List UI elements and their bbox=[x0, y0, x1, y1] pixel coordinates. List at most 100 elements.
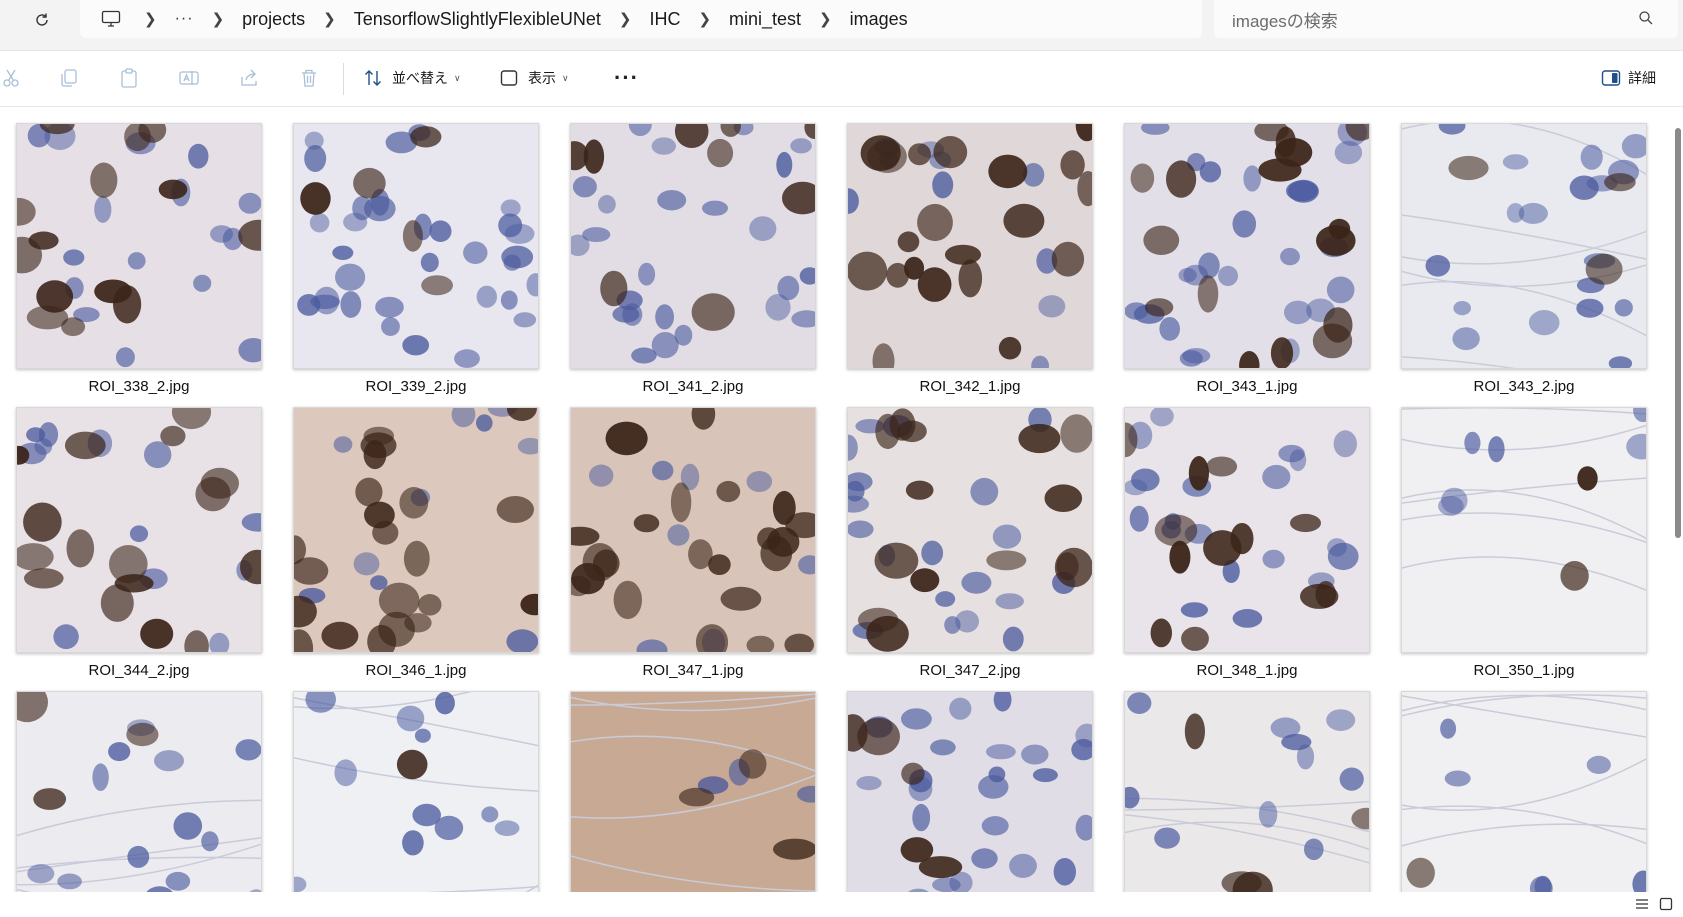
breadcrumb-mini-test[interactable]: mini_test bbox=[729, 9, 801, 30]
image-thumbnail[interactable] bbox=[847, 407, 1093, 653]
image-thumbnail[interactable] bbox=[570, 123, 816, 369]
tissue-image bbox=[294, 408, 538, 652]
breadcrumb-tensorflow[interactable]: TensorflowSlightlyFlexibleUNet bbox=[354, 9, 601, 30]
file-item[interactable]: ROI_343_2.jpg bbox=[1401, 123, 1647, 395]
tissue-image bbox=[1402, 694, 1646, 892]
image-thumbnail[interactable] bbox=[1124, 123, 1370, 369]
file-item[interactable]: ROI_350_1.jpg bbox=[1401, 407, 1647, 679]
copy-button[interactable] bbox=[58, 64, 80, 92]
sort-button[interactable]: 並べ替え ∨ bbox=[362, 64, 461, 92]
computer-icon[interactable] bbox=[96, 8, 126, 30]
tissue-image bbox=[1125, 124, 1369, 368]
vertical-scrollbar[interactable] bbox=[1675, 128, 1681, 538]
copy-icon bbox=[61, 69, 77, 87]
tissue-image bbox=[571, 408, 815, 652]
file-item[interactable] bbox=[1124, 691, 1370, 892]
breadcrumb-images[interactable]: images bbox=[850, 9, 908, 30]
file-item[interactable]: ROI_347_1.jpg bbox=[570, 407, 816, 679]
file-item[interactable]: ROI_341_2.jpg bbox=[570, 123, 816, 395]
image-thumbnail[interactable] bbox=[16, 123, 262, 369]
file-item[interactable]: ROI_342_1.jpg bbox=[847, 123, 1093, 395]
tissue-image bbox=[17, 408, 261, 652]
chevron-right-icon[interactable]: ❯ bbox=[801, 10, 850, 28]
cut-button[interactable] bbox=[0, 64, 22, 92]
file-name: ROI_339_2.jpg bbox=[365, 378, 467, 395]
file-name: ROI_343_2.jpg bbox=[1473, 378, 1575, 395]
command-bar: 並べ替え ∨ 表示 ∨ ··· 詳細 bbox=[0, 51, 1683, 107]
chevron-right-icon[interactable]: ❯ bbox=[601, 10, 650, 28]
refresh-button[interactable] bbox=[22, 4, 62, 36]
file-item[interactable]: ROI_344_2.jpg bbox=[16, 407, 262, 679]
file-item[interactable]: ROI_343_1.jpg bbox=[1124, 123, 1370, 395]
file-item[interactable] bbox=[847, 691, 1093, 892]
search-box[interactable]: imagesの検索 bbox=[1214, 0, 1678, 38]
image-thumbnail[interactable] bbox=[1401, 123, 1647, 369]
address-bar[interactable]: ❯ ··· ❯ projects ❯ TensorflowSlightlyFle… bbox=[80, 0, 1202, 38]
file-name: ROI_350_1.jpg bbox=[1473, 662, 1575, 679]
file-item[interactable] bbox=[293, 691, 539, 892]
chevron-right-icon[interactable]: ❯ bbox=[680, 10, 729, 28]
file-item[interactable] bbox=[570, 691, 816, 892]
tissue-image bbox=[1125, 408, 1359, 651]
image-thumbnail[interactable] bbox=[570, 407, 816, 653]
breadcrumb-overflow[interactable]: ··· bbox=[175, 10, 194, 28]
image-thumbnail[interactable] bbox=[1401, 407, 1647, 653]
chevron-right-icon[interactable]: ❯ bbox=[194, 10, 243, 28]
file-item[interactable]: ROI_348_1.jpg bbox=[1124, 407, 1370, 679]
tissue-image bbox=[17, 692, 261, 892]
image-thumbnail[interactable] bbox=[1124, 691, 1370, 892]
image-thumbnail[interactable] bbox=[1124, 407, 1370, 653]
file-item[interactable]: ROI_346_1.jpg bbox=[293, 407, 539, 679]
large-icons-view-icon[interactable] bbox=[1658, 896, 1674, 912]
tissue-image bbox=[848, 692, 1092, 892]
chevron-right-icon[interactable]: ❯ bbox=[126, 10, 175, 28]
more-options-button[interactable]: ··· bbox=[614, 64, 639, 92]
tissue-image bbox=[848, 124, 1092, 368]
file-name: ROI_342_1.jpg bbox=[919, 378, 1021, 395]
search-input[interactable]: imagesの検索 bbox=[1232, 7, 1338, 32]
image-thumbnail[interactable] bbox=[1401, 691, 1647, 892]
chevron-down-icon: ∨ bbox=[454, 72, 461, 83]
scrollbar-thumb[interactable] bbox=[1675, 128, 1681, 538]
file-name: ROI_344_2.jpg bbox=[88, 662, 190, 679]
file-item[interactable] bbox=[1401, 691, 1647, 892]
image-thumbnail[interactable] bbox=[847, 691, 1093, 892]
details-pane-icon bbox=[1601, 70, 1621, 86]
image-thumbnail[interactable] bbox=[16, 407, 262, 653]
file-item[interactable]: ROI_339_2.jpg bbox=[293, 123, 539, 395]
toolbar-divider bbox=[343, 63, 344, 95]
breadcrumb-projects[interactable]: projects bbox=[242, 9, 305, 30]
file-name: ROI_347_2.jpg bbox=[919, 662, 1021, 679]
tissue-image bbox=[1402, 408, 1646, 591]
search-icon[interactable] bbox=[1638, 10, 1654, 26]
more-icon: ··· bbox=[614, 65, 639, 90]
image-thumbnail[interactable] bbox=[293, 691, 539, 892]
image-thumbnail[interactable] bbox=[16, 691, 262, 892]
paste-button[interactable] bbox=[118, 64, 140, 92]
image-thumbnail[interactable] bbox=[570, 691, 816, 892]
file-grid: ROI_338_2.jpg ROI_339_2.jpg ROI_341_2.jpg R… bbox=[0, 107, 1660, 892]
chevron-down-icon: ∨ bbox=[562, 72, 569, 83]
breadcrumb-ihc[interactable]: IHC bbox=[649, 9, 680, 30]
file-item[interactable]: ROI_338_2.jpg bbox=[16, 123, 262, 395]
details-button[interactable]: 詳細 bbox=[1600, 64, 1656, 92]
tissue-image bbox=[297, 124, 538, 368]
file-name: ROI_343_1.jpg bbox=[1196, 378, 1298, 395]
cut-icon bbox=[3, 69, 19, 87]
share-button[interactable] bbox=[238, 64, 260, 92]
tissue-image bbox=[1125, 692, 1369, 892]
details-view-icon[interactable] bbox=[1634, 896, 1650, 912]
image-thumbnail[interactable] bbox=[847, 123, 1093, 369]
refresh-icon bbox=[36, 13, 48, 26]
view-button[interactable]: 表示 ∨ bbox=[498, 64, 569, 92]
rename-button[interactable] bbox=[178, 64, 200, 92]
chevron-right-icon[interactable]: ❯ bbox=[305, 10, 354, 28]
image-thumbnail[interactable] bbox=[293, 407, 539, 653]
delete-button[interactable] bbox=[298, 64, 320, 92]
file-item[interactable]: ROI_347_2.jpg bbox=[847, 407, 1093, 679]
file-name: ROI_347_1.jpg bbox=[642, 662, 744, 679]
image-thumbnail[interactable] bbox=[293, 123, 539, 369]
file-item[interactable] bbox=[16, 691, 262, 892]
tissue-image bbox=[848, 408, 1092, 652]
status-bar bbox=[0, 892, 1683, 917]
